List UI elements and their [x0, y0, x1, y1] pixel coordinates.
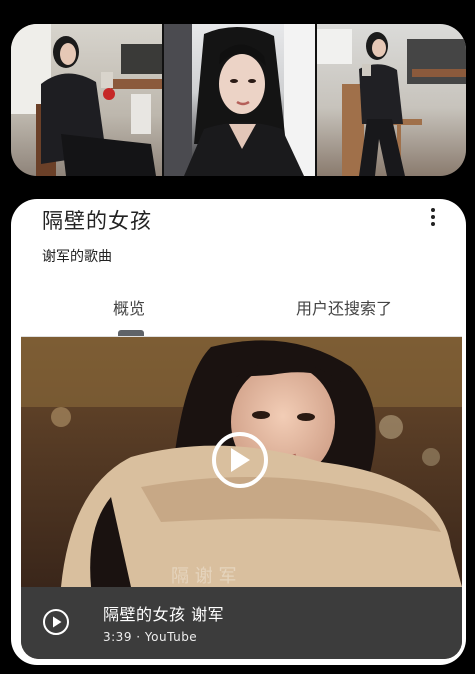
image-results-strip [11, 24, 466, 176]
photo-woman-sitting-with-cup[interactable] [11, 24, 162, 176]
tab-overview[interactable]: 概览 [113, 295, 145, 319]
video-meta: 3:39 · YouTube [103, 630, 198, 644]
photo-illustration [164, 24, 315, 176]
photo-illustration [317, 29, 466, 176]
card-title: 隔壁的女孩 [42, 209, 152, 233]
card-subtitle: 谢军的歌曲 [42, 249, 112, 265]
more-options-button[interactable] [422, 205, 444, 229]
play-icon [231, 448, 250, 472]
photo-illustration [11, 24, 162, 176]
more-vert-icon [431, 208, 435, 212]
play-circle-icon[interactable] [43, 609, 69, 635]
tab-people-also-search[interactable]: 用户还搜索了 [296, 295, 392, 319]
song-card: 隔壁的女孩 谢军的歌曲 概览 用户还搜索了 隔 谢 军 隔壁的女孩 谢军 3:3… [11, 199, 466, 665]
photo-woman-on-stool[interactable] [317, 24, 466, 176]
video-info-bar: 隔壁的女孩 谢军 3:39 · YouTube [21, 587, 462, 659]
video-result[interactable]: 隔 谢 军 隔壁的女孩 谢军 3:39 · YouTube [21, 337, 462, 659]
svg-text:隔 谢 军: 隔 谢 军 [171, 566, 236, 587]
play-video-button[interactable] [212, 432, 268, 488]
video-title[interactable]: 隔壁的女孩 谢军 [103, 601, 224, 625]
photo-woman-portrait[interactable] [164, 24, 315, 176]
